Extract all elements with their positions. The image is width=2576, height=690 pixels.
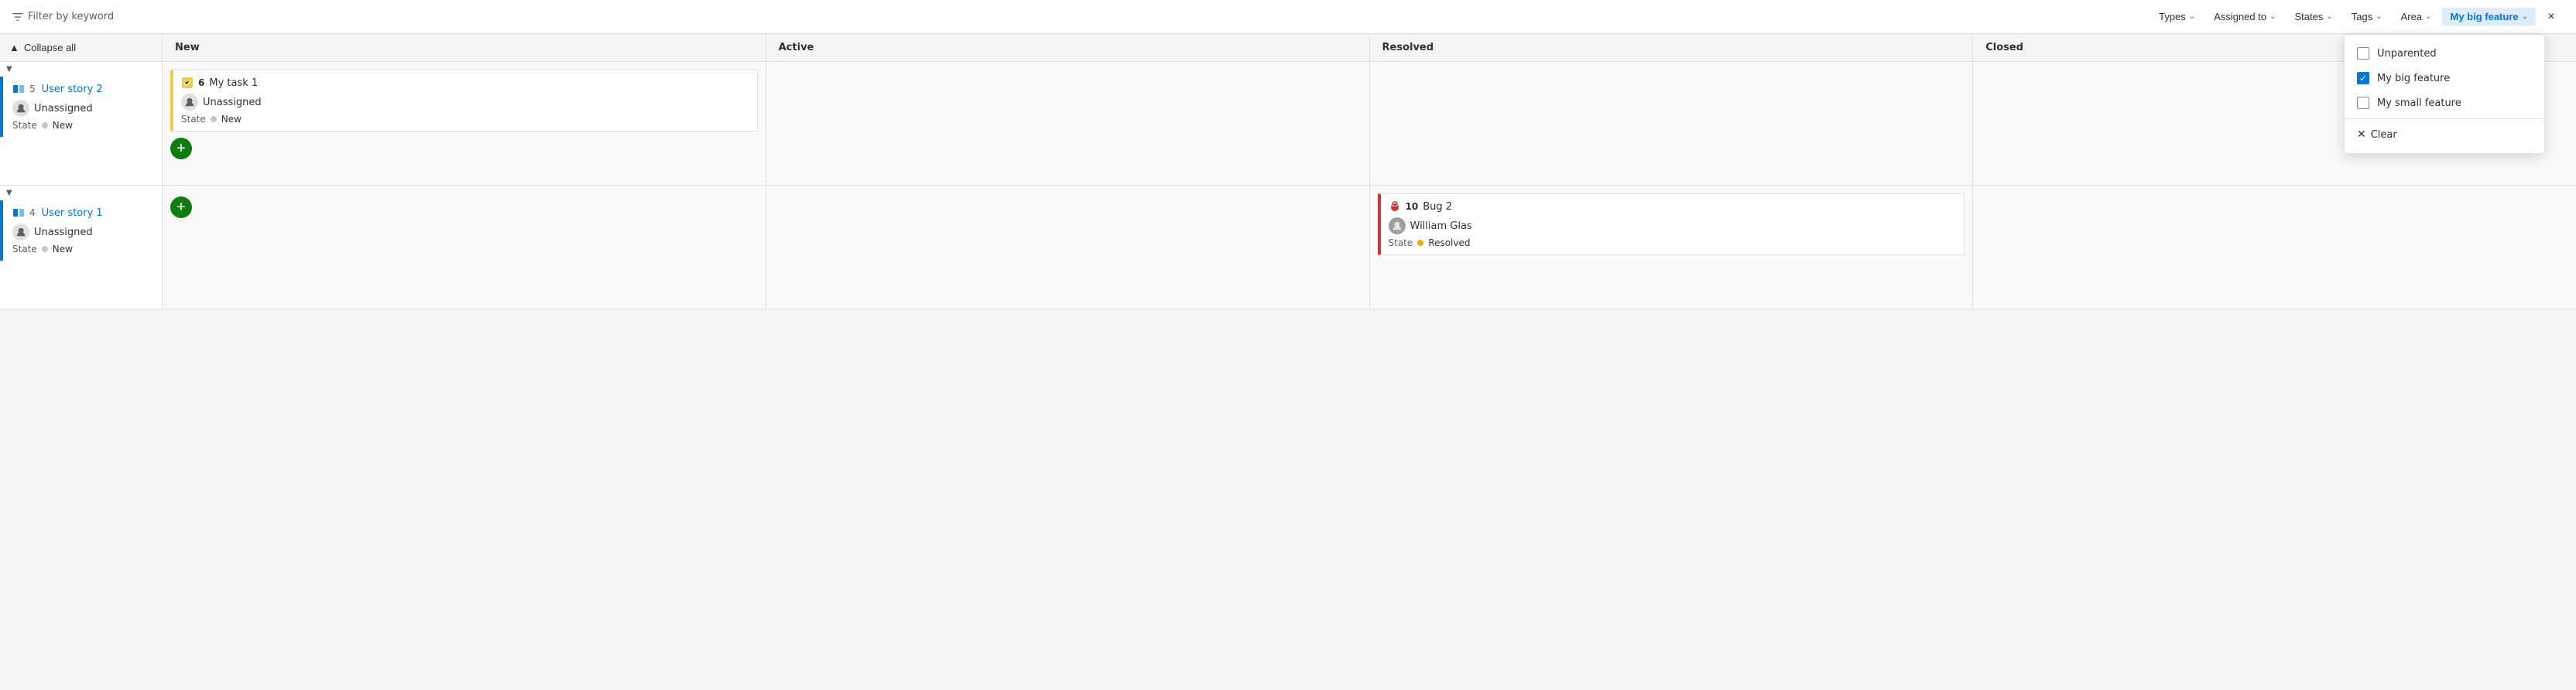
board-row-1: ▼ 4 User story 1 — [0, 186, 2576, 309]
cell-row1-active — [766, 186, 1370, 309]
board-body: ▼ 5 User story 2 — [0, 62, 2576, 690]
sidebar-header: ▲ Collapse all — [0, 34, 163, 61]
chevron-down-icon: ⌄ — [2269, 12, 2276, 21]
state-dot-0 — [42, 122, 48, 128]
task-state-dot-10 — [1417, 240, 1423, 246]
cell-row1-closed — [1973, 186, 2576, 309]
story-card-0[interactable]: 5 User story 2 Unassigned — [0, 77, 162, 137]
user-story-icon-1 — [12, 207, 25, 219]
dropdown-divider — [2345, 118, 2544, 119]
states-filter-button[interactable]: States ⌄ — [2287, 8, 2341, 26]
board-container: ▲ Collapse all New Active Resolved Close… — [0, 34, 2576, 690]
toolbar-actions: Types ⌄ Assigned to ⌄ States ⌄ Tags ⌄ Ar… — [2151, 5, 2564, 29]
sidebar-story-1: ▼ 4 User story 1 — [0, 186, 163, 309]
task-state-dot-6 — [211, 116, 217, 122]
add-card-button-row0-new[interactable]: + — [170, 138, 192, 159]
chevron-down-icon: ⌄ — [2376, 12, 2382, 21]
collapse-arrow-icon: ▲ — [9, 42, 19, 53]
task-icon — [181, 77, 194, 89]
add-card-button-row1-new[interactable]: + — [170, 196, 192, 218]
clear-filter-button[interactable]: ✕ Clear — [2345, 122, 2544, 147]
task-card-10[interactable]: 10 Bug 2 William Glas — [1378, 193, 1965, 255]
cell-row1-new: + — [163, 186, 766, 309]
types-filter-button[interactable]: Types ⌄ — [2151, 8, 2203, 26]
board-row-0-cells: 6 My task 1 Unassigned — [163, 62, 2576, 186]
main-layout: ▲ Collapse all New Active Resolved Close… — [0, 34, 2576, 690]
collapse-row-icon-1: ▼ — [6, 189, 12, 197]
column-header-resolved: Resolved — [1370, 34, 1974, 61]
chevron-down-icon: ⌄ — [2189, 12, 2195, 21]
cell-row0-new: 6 My task 1 Unassigned — [163, 62, 766, 186]
area-filter-button[interactable]: Area ⌄ — [2393, 8, 2440, 26]
task-avatar-10 — [1389, 217, 1406, 234]
chevron-down-icon: ⌄ — [2425, 12, 2431, 21]
state-dot-1 — [42, 246, 48, 252]
board-row-0: ▼ 5 User story 2 — [0, 62, 2576, 186]
feature-filter-dropdown: Unparented My big feature My small featu… — [2344, 34, 2545, 154]
cell-row0-resolved — [1370, 62, 1974, 186]
tags-filter-button[interactable]: Tags ⌄ — [2344, 8, 2390, 26]
board-header-row: ▲ Collapse all New Active Resolved Close… — [0, 34, 2576, 62]
avatar-0 — [12, 100, 29, 117]
clear-icon: ✕ — [2357, 128, 2366, 141]
story-collapse-arrow-1[interactable]: ▼ — [0, 186, 162, 200]
filter-by-keyword: Filter by keyword — [12, 11, 114, 22]
story-collapse-arrow-0[interactable]: ▼ — [0, 62, 162, 77]
sidebar-story-0: ▼ 5 User story 2 — [0, 62, 163, 186]
dropdown-item-my-big-feature[interactable]: My big feature — [2345, 66, 2544, 91]
close-filter-button[interactable]: × — [2539, 5, 2564, 29]
board-row-1-cells: + — [163, 186, 2576, 309]
column-header-active: Active — [766, 34, 1370, 61]
active-filter-button[interactable]: My big feature ⌄ — [2442, 8, 2536, 26]
dropdown-item-unparented[interactable]: Unparented — [2345, 41, 2544, 66]
column-header-new: New — [163, 34, 766, 61]
collapse-all-button[interactable]: ▲ Collapse all — [0, 34, 162, 61]
avatar-1 — [12, 224, 29, 241]
task-avatar-6 — [181, 94, 198, 111]
board-header-cols: New Active Resolved Closed — [163, 34, 2576, 61]
cell-row0-active — [766, 62, 1370, 186]
chevron-down-icon: ⌄ — [2522, 12, 2528, 21]
story-card-1[interactable]: 4 User story 1 Unassigned — [0, 200, 162, 261]
bug-icon — [1389, 200, 1401, 213]
assigned-to-filter-button[interactable]: Assigned to ⌄ — [2206, 8, 2283, 26]
cell-row1-resolved: 10 Bug 2 William Glas — [1370, 186, 1974, 309]
filter-label: Filter by keyword — [28, 11, 114, 22]
checkbox-my-big-feature[interactable] — [2357, 72, 2369, 84]
task-card-6[interactable]: 6 My task 1 Unassigned — [170, 70, 758, 132]
chevron-down-icon: ⌄ — [2326, 12, 2332, 21]
toolbar: Filter by keyword Types ⌄ Assigned to ⌄ … — [0, 0, 2576, 34]
user-story-icon — [12, 83, 25, 95]
collapse-row-icon: ▼ — [6, 65, 12, 73]
checkbox-unparented[interactable] — [2357, 47, 2369, 60]
checkbox-my-small-feature[interactable] — [2357, 97, 2369, 109]
filter-icon — [12, 12, 23, 22]
dropdown-item-my-small-feature[interactable]: My small feature — [2345, 91, 2544, 115]
